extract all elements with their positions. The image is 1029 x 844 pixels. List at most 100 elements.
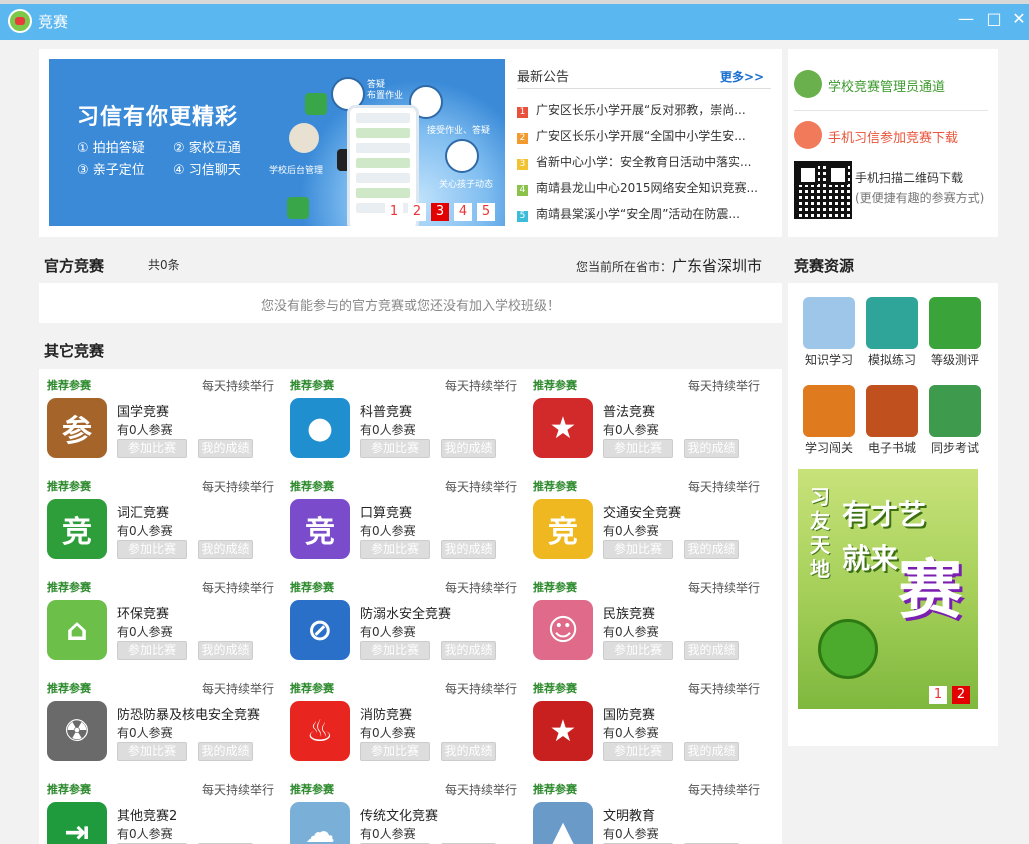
competition-icon[interactable]: ♨: [290, 701, 350, 761]
competition-name[interactable]: 防恐防暴及核电安全竞赛: [117, 704, 262, 723]
competition-icon[interactable]: ☺: [533, 600, 593, 660]
competition-icon[interactable]: ★: [533, 701, 593, 761]
announcement-item[interactable]: 2 广安区长乐小学开展“全国中小学生安...: [517, 127, 767, 145]
my-score-button[interactable]: 我的成绩: [684, 439, 739, 458]
my-score-button[interactable]: 我的成绩: [441, 540, 496, 559]
competition-name[interactable]: 词汇竞赛: [117, 502, 262, 521]
competition-icon[interactable]: ●: [290, 398, 350, 458]
competition-card: 推荐参赛 每天持续举行 ★ 国防竞赛 有0人参赛 参加比赛 我的成绩: [525, 680, 768, 781]
competition-card: 推荐参赛 每天持续举行 ☺ 民族竞赛 有0人参赛 参加比赛 我的成绩: [525, 579, 768, 680]
announcement-item[interactable]: 4 南靖县龙山中心2015网络安全知识竞赛...: [517, 179, 767, 197]
competition-name[interactable]: 科普竞赛: [360, 401, 505, 420]
join-competition-button[interactable]: 参加比赛: [603, 439, 673, 458]
resource-item[interactable]: 模拟练习: [862, 297, 922, 368]
competition-name[interactable]: 口算竞赛: [360, 502, 505, 521]
my-score-button[interactable]: 我的成绩: [684, 742, 739, 761]
promo-poster[interactable]: 习友天地 有才艺就来 赛: [798, 469, 978, 709]
join-competition-button[interactable]: 参加比赛: [603, 641, 673, 660]
resource-item[interactable]: 学习闯关: [799, 385, 859, 456]
my-score-button[interactable]: 我的成绩: [441, 742, 496, 761]
poster-page-2[interactable]: 2: [952, 686, 970, 704]
banner-label: 接受作业、答疑: [427, 126, 491, 136]
frequency-text: 每天持续举行: [687, 480, 760, 494]
my-score-button[interactable]: 我的成绩: [198, 439, 253, 458]
participant-count: 有0人参赛: [117, 423, 173, 437]
competition-icon[interactable]: ☁: [290, 802, 350, 844]
competition-icon[interactable]: 参: [47, 398, 107, 458]
join-competition-button[interactable]: 参加比赛: [360, 439, 430, 458]
competition-name[interactable]: 国学竞赛: [117, 401, 262, 420]
participant-count: 有0人参赛: [360, 423, 416, 437]
competition-name[interactable]: 国防竞赛: [603, 704, 748, 723]
competition-name[interactable]: 文明教育: [603, 805, 748, 824]
poster-big-char: 赛: [898, 554, 962, 628]
my-score-button[interactable]: 我的成绩: [441, 439, 496, 458]
recommend-tag: 推荐参赛: [290, 682, 334, 695]
frequency-text: 每天持续举行: [444, 682, 517, 696]
competition-card: 推荐参赛 每天持续举行竞 交通安全竞赛 有0人参赛 参加比赛 我的成绩: [525, 478, 768, 579]
competition-name[interactable]: 交通安全竞赛: [603, 502, 748, 521]
official-title: 官方竞赛: [44, 257, 105, 275]
resource-icon: [929, 385, 981, 437]
announcement-item[interactable]: 1 广安区长乐小学开展“反对邪教，崇尚...: [517, 101, 767, 119]
join-competition-button[interactable]: 参加比赛: [360, 540, 430, 559]
announcement-item[interactable]: 5 南靖县棠溪小学“安全周”活动在防震...: [517, 205, 767, 223]
competition-icon[interactable]: ☢: [47, 701, 107, 761]
qr-code-icon: [794, 161, 852, 219]
join-competition-button[interactable]: 参加比赛: [117, 742, 187, 761]
competition-name[interactable]: 环保竞赛: [117, 603, 262, 622]
competition-icon[interactable]: ⊘: [290, 600, 350, 660]
banner-page-5[interactable]: 5: [477, 203, 495, 221]
resource-item[interactable]: 电子书城: [862, 385, 922, 456]
admin-user-icon: [794, 70, 822, 98]
resource-item[interactable]: 等级测评: [925, 297, 985, 368]
banner-page-4[interactable]: 4: [454, 203, 472, 221]
competition-name[interactable]: 消防竞赛: [360, 704, 505, 723]
maximize-icon[interactable]: □: [985, 10, 1003, 28]
participant-count: 有0人参赛: [603, 827, 659, 841]
competition-icon[interactable]: 竞: [533, 499, 593, 559]
my-score-button[interactable]: 我的成绩: [198, 641, 253, 660]
competition-icon[interactable]: 竞: [290, 499, 350, 559]
my-score-button[interactable]: 我的成绩: [198, 742, 253, 761]
participant-count: 有0人参赛: [117, 726, 173, 740]
competition-name[interactable]: 民族竞赛: [603, 603, 748, 622]
announcement-item[interactable]: 3 省新中心小学：安全教育日活动中落实...: [517, 153, 767, 171]
promo-banner[interactable]: 习信有你更精彩 ① 拍拍答疑 ② 家校互通 ③ 亲子定位 ④ 习信聊天 答疑 布…: [49, 59, 505, 226]
join-competition-button[interactable]: 参加比赛: [603, 742, 673, 761]
competition-icon[interactable]: ▲: [533, 802, 593, 844]
close-icon[interactable]: ✕: [1010, 10, 1028, 28]
minimize-icon[interactable]: —: [957, 10, 975, 28]
banner-page-1[interactable]: 1: [385, 203, 403, 221]
banner-page-3[interactable]: 3: [431, 203, 449, 221]
competition-name[interactable]: 传统文化竞赛: [360, 805, 505, 824]
join-competition-button[interactable]: 参加比赛: [603, 540, 673, 559]
announcements-more-link[interactable]: 更多>>: [720, 68, 764, 85]
competition-icon[interactable]: ⇥: [47, 802, 107, 844]
my-score-button[interactable]: 我的成绩: [684, 540, 739, 559]
join-competition-button[interactable]: 参加比赛: [360, 742, 430, 761]
announcement-text: 广安区长乐小学开展“全国中小学生安...: [536, 129, 746, 143]
resource-item[interactable]: 知识学习: [799, 297, 859, 368]
competition-icon[interactable]: ⌂: [47, 600, 107, 660]
resource-item[interactable]: 同步考试: [925, 385, 985, 456]
competition-name[interactable]: 防溺水安全竞赛: [360, 603, 505, 622]
join-competition-button[interactable]: 参加比赛: [117, 540, 187, 559]
competition-icon[interactable]: ★: [533, 398, 593, 458]
join-competition-button[interactable]: 参加比赛: [117, 439, 187, 458]
frequency-text: 每天持续举行: [201, 480, 274, 494]
my-score-button[interactable]: 我的成绩: [198, 540, 253, 559]
my-score-button[interactable]: 我的成绩: [441, 641, 496, 660]
competition-card: 推荐参赛 每天持续举行 ♨ 消防竞赛 有0人参赛 参加比赛 我的成绩: [282, 680, 525, 781]
banner-page-2[interactable]: 2: [408, 203, 426, 221]
competition-card: 推荐参赛每天持续举行⇥其他竞赛2有0人参赛参加比赛我的成绩: [39, 781, 282, 844]
competition-name[interactable]: 其他竞赛2: [117, 805, 262, 824]
competition-name[interactable]: 普法竞赛: [603, 401, 748, 420]
my-score-button[interactable]: 我的成绩: [684, 641, 739, 660]
frequency-text: 每天持续举行: [444, 581, 517, 595]
join-competition-button[interactable]: 参加比赛: [117, 641, 187, 660]
competition-icon[interactable]: 竞: [47, 499, 107, 559]
poster-page-1[interactable]: 1: [929, 686, 947, 704]
join-competition-button[interactable]: 参加比赛: [360, 641, 430, 660]
qr-subhint: (更便捷有趣的参赛方式): [855, 191, 985, 205]
